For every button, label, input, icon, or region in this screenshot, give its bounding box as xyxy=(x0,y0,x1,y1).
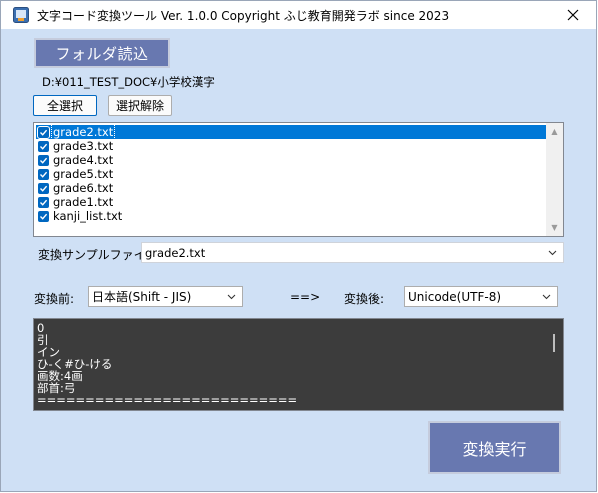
file-name: grade4.txt xyxy=(53,153,114,167)
check-icon[interactable] xyxy=(38,196,49,208)
deselect-all-button[interactable]: 選択解除 xyxy=(108,95,172,116)
preview-line: 画数:4画 xyxy=(37,369,83,383)
after-encoding-select[interactable]: Unicode(UTF-8) xyxy=(404,286,558,307)
before-encoding-select[interactable]: 日本語(Shift - JIS) xyxy=(88,286,243,307)
scroll-up-icon[interactable]: ▲ xyxy=(546,123,563,140)
title-bar: 文字コード変換ツール Ver. 1.0.0 Copyright ふじ教育開発ラボ… xyxy=(1,1,596,29)
before-encoding-value: 日本語(Shift - JIS) xyxy=(92,290,192,304)
chevron-down-icon xyxy=(548,250,557,256)
chevron-down-icon xyxy=(542,294,551,300)
file-list-item[interactable]: grade3.txt xyxy=(36,139,546,153)
close-icon xyxy=(567,9,579,21)
preview-bottom-strip xyxy=(34,402,563,410)
check-icon[interactable] xyxy=(38,168,49,180)
check-icon[interactable] xyxy=(38,154,49,166)
file-list-item[interactable]: grade4.txt xyxy=(36,153,546,167)
file-name: kanji_list.txt xyxy=(53,209,123,223)
folder-load-button[interactable]: フォルダ読込 xyxy=(34,38,170,68)
file-list-item[interactable]: kanji_list.txt xyxy=(36,209,546,223)
main-window: 文字コード変換ツール Ver. 1.0.0 Copyright ふじ教育開発ラボ… xyxy=(0,0,597,492)
before-encoding-label: 変換前: xyxy=(34,292,75,306)
app-icon xyxy=(13,7,29,23)
file-name: grade2.txt xyxy=(50,124,116,140)
preview-scroll-thumb[interactable] xyxy=(553,334,555,352)
sample-file-select[interactable]: grade2.txt xyxy=(141,242,564,263)
preview-line: 引 xyxy=(37,333,49,347)
sample-file-label: 変換サンプルファイル xyxy=(38,248,158,262)
file-list-item[interactable]: grade2.txt xyxy=(36,124,546,140)
check-icon[interactable] xyxy=(38,210,49,222)
execute-conversion-button[interactable]: 変換実行 xyxy=(428,421,561,474)
client-area: フォルダ読込 D:¥011_TEST_DOC¥小学校漢字 全選択 選択解除 gr… xyxy=(1,29,596,491)
file-name: grade6.txt xyxy=(53,181,114,195)
window-title: 文字コード変換ツール Ver. 1.0.0 Copyright ふじ教育開発ラボ… xyxy=(37,9,450,23)
scroll-down-icon[interactable]: ▼ xyxy=(546,219,563,236)
file-name: grade3.txt xyxy=(53,139,114,153)
file-list-item[interactable]: grade5.txt xyxy=(36,167,546,181)
file-name: grade1.txt xyxy=(53,195,114,209)
close-button[interactable] xyxy=(550,1,596,29)
chevron-down-icon xyxy=(227,294,236,300)
select-all-button[interactable]: 全選択 xyxy=(33,95,97,116)
file-list-item[interactable]: grade6.txt xyxy=(36,181,546,195)
preview-scrollbar[interactable] xyxy=(546,319,563,410)
sample-file-value: grade2.txt xyxy=(145,245,206,260)
file-list-item[interactable]: grade1.txt xyxy=(36,195,546,209)
check-icon[interactable] xyxy=(38,182,49,194)
preview-textbox[interactable]: 0 引イン ひ-く#ひ-ける 画数:4画 部首:弓 ===================… xyxy=(33,318,564,411)
folder-path-label: D:¥011_TEST_DOC¥小学校漢字 xyxy=(42,75,215,89)
preview-line: 0 xyxy=(37,321,45,335)
after-encoding-label: 変換後: xyxy=(344,292,385,306)
file-list[interactable]: grade2.txt grade3.txt grade4.txt grade5.txt… xyxy=(33,122,564,237)
check-icon[interactable] xyxy=(37,125,50,139)
file-name: grade5.txt xyxy=(53,167,114,181)
file-list-scrollbar[interactable]: ▲ ▼ xyxy=(546,123,563,236)
conversion-arrow: ==> xyxy=(290,290,321,304)
check-icon[interactable] xyxy=(38,140,49,152)
after-encoding-value: Unicode(UTF-8) xyxy=(408,289,502,304)
